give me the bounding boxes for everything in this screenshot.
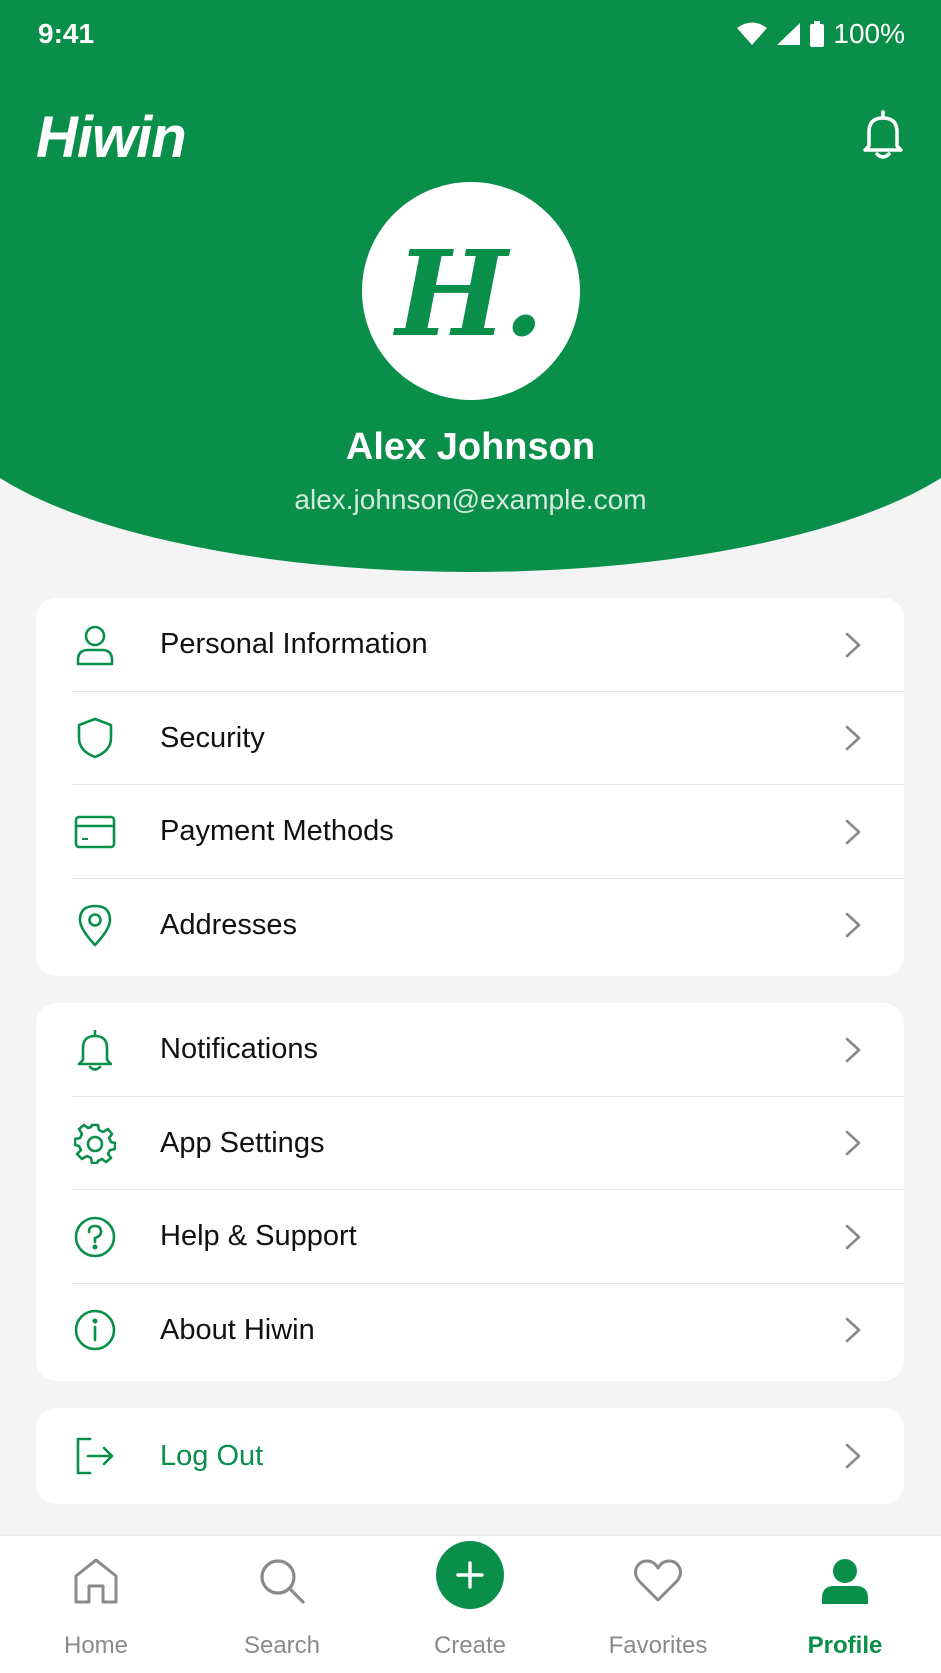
nav-label: Home [63, 1632, 129, 1659]
battery-percent: 100% [833, 18, 905, 49]
search-icon [260, 1559, 305, 1604]
nav-item-search[interactable]: Search [188, 1536, 376, 1673]
chevron-right-icon [845, 912, 861, 938]
profile-name: Alex Johnson [345, 426, 596, 468]
app-settings-card: Notifications App Settings Help & Suppor… [36, 1003, 904, 1381]
nav-label: Profile [807, 1632, 883, 1659]
app-logo-text: Hiwin [36, 105, 187, 170]
menu-item-personal-information[interactable]: Personal Information [36, 598, 904, 692]
chevron-right-icon [845, 725, 861, 751]
chevron-right-icon [845, 632, 861, 658]
chevron-right-icon [845, 1037, 861, 1063]
nav-label: Search [243, 1632, 321, 1659]
chevron-right-icon [845, 1443, 861, 1469]
user-icon [73, 623, 117, 667]
create-button[interactable] [436, 1541, 504, 1609]
nav-item-favorites[interactable]: Favorites [564, 1536, 752, 1673]
menu-item-app-settings[interactable]: App Settings [36, 1097, 904, 1191]
logout-icon [73, 1434, 117, 1478]
status-time: 9:41 [38, 18, 95, 49]
heart-icon [634, 1559, 682, 1602]
notifications-button[interactable] [859, 108, 907, 160]
map-pin-icon [73, 903, 117, 947]
nav-item-profile[interactable]: Profile [751, 1536, 939, 1673]
gear-icon [73, 1121, 117, 1165]
menu-item-label: Security [160, 721, 265, 754]
menu-item-label: About Hiwin [160, 1313, 315, 1346]
menu-item-addresses[interactable]: Addresses [36, 879, 904, 973]
home-icon [74, 1558, 118, 1604]
status-indicators: 100% [737, 18, 905, 50]
menu-item-label: Help & Support [160, 1220, 357, 1253]
user-filled-icon [822, 1559, 868, 1604]
menu-item-label: Payment Methods [160, 815, 394, 848]
bell-icon [73, 1028, 117, 1072]
menu-item-label: Notifications [160, 1033, 318, 1066]
account-settings-card: Personal Information Security Payment Me… [36, 598, 904, 976]
menu-item-about[interactable]: About Hiwin [36, 1284, 904, 1378]
logout-card: Log Out [36, 1408, 904, 1504]
menu-item-payment-methods[interactable]: Payment Methods [36, 785, 904, 879]
chevron-right-icon [845, 1130, 861, 1156]
credit-card-icon [73, 810, 117, 854]
chevron-right-icon [845, 1317, 861, 1343]
profile-header: 9:41 100% Hiwin H. Alex Johnson alex.joh… [0, 0, 941, 575]
avatar-initial: H. [395, 223, 545, 363]
menu-item-label: Addresses [160, 908, 298, 941]
menu-item-security[interactable]: Security [36, 692, 904, 786]
logout-button[interactable]: Log Out [36, 1408, 904, 1504]
help-circle-icon [73, 1215, 117, 1259]
avatar[interactable]: H. [362, 182, 580, 400]
nav-label: Favorites [608, 1632, 708, 1659]
profile-email: alex.johnson@example.com [294, 484, 647, 515]
nav-label: Create [433, 1632, 507, 1659]
nav-item-home[interactable]: Home [2, 1536, 190, 1673]
shield-icon [73, 716, 117, 760]
chevron-right-icon [845, 1224, 861, 1250]
battery-icon [810, 21, 825, 47]
status-bar: 9:41 100% [0, 0, 941, 70]
cellular-signal-icon [777, 23, 801, 45]
wifi-icon [737, 22, 768, 45]
bell-icon [863, 110, 903, 159]
logout-label: Log Out [160, 1439, 264, 1472]
menu-item-label: Personal Information [160, 628, 428, 661]
menu-item-notifications[interactable]: Notifications [36, 1003, 904, 1097]
plus-icon [456, 1561, 484, 1589]
menu-item-label: App Settings [160, 1126, 325, 1159]
menu-item-help-support[interactable]: Help & Support [36, 1190, 904, 1284]
chevron-right-icon [845, 819, 861, 845]
info-circle-icon [73, 1308, 117, 1352]
